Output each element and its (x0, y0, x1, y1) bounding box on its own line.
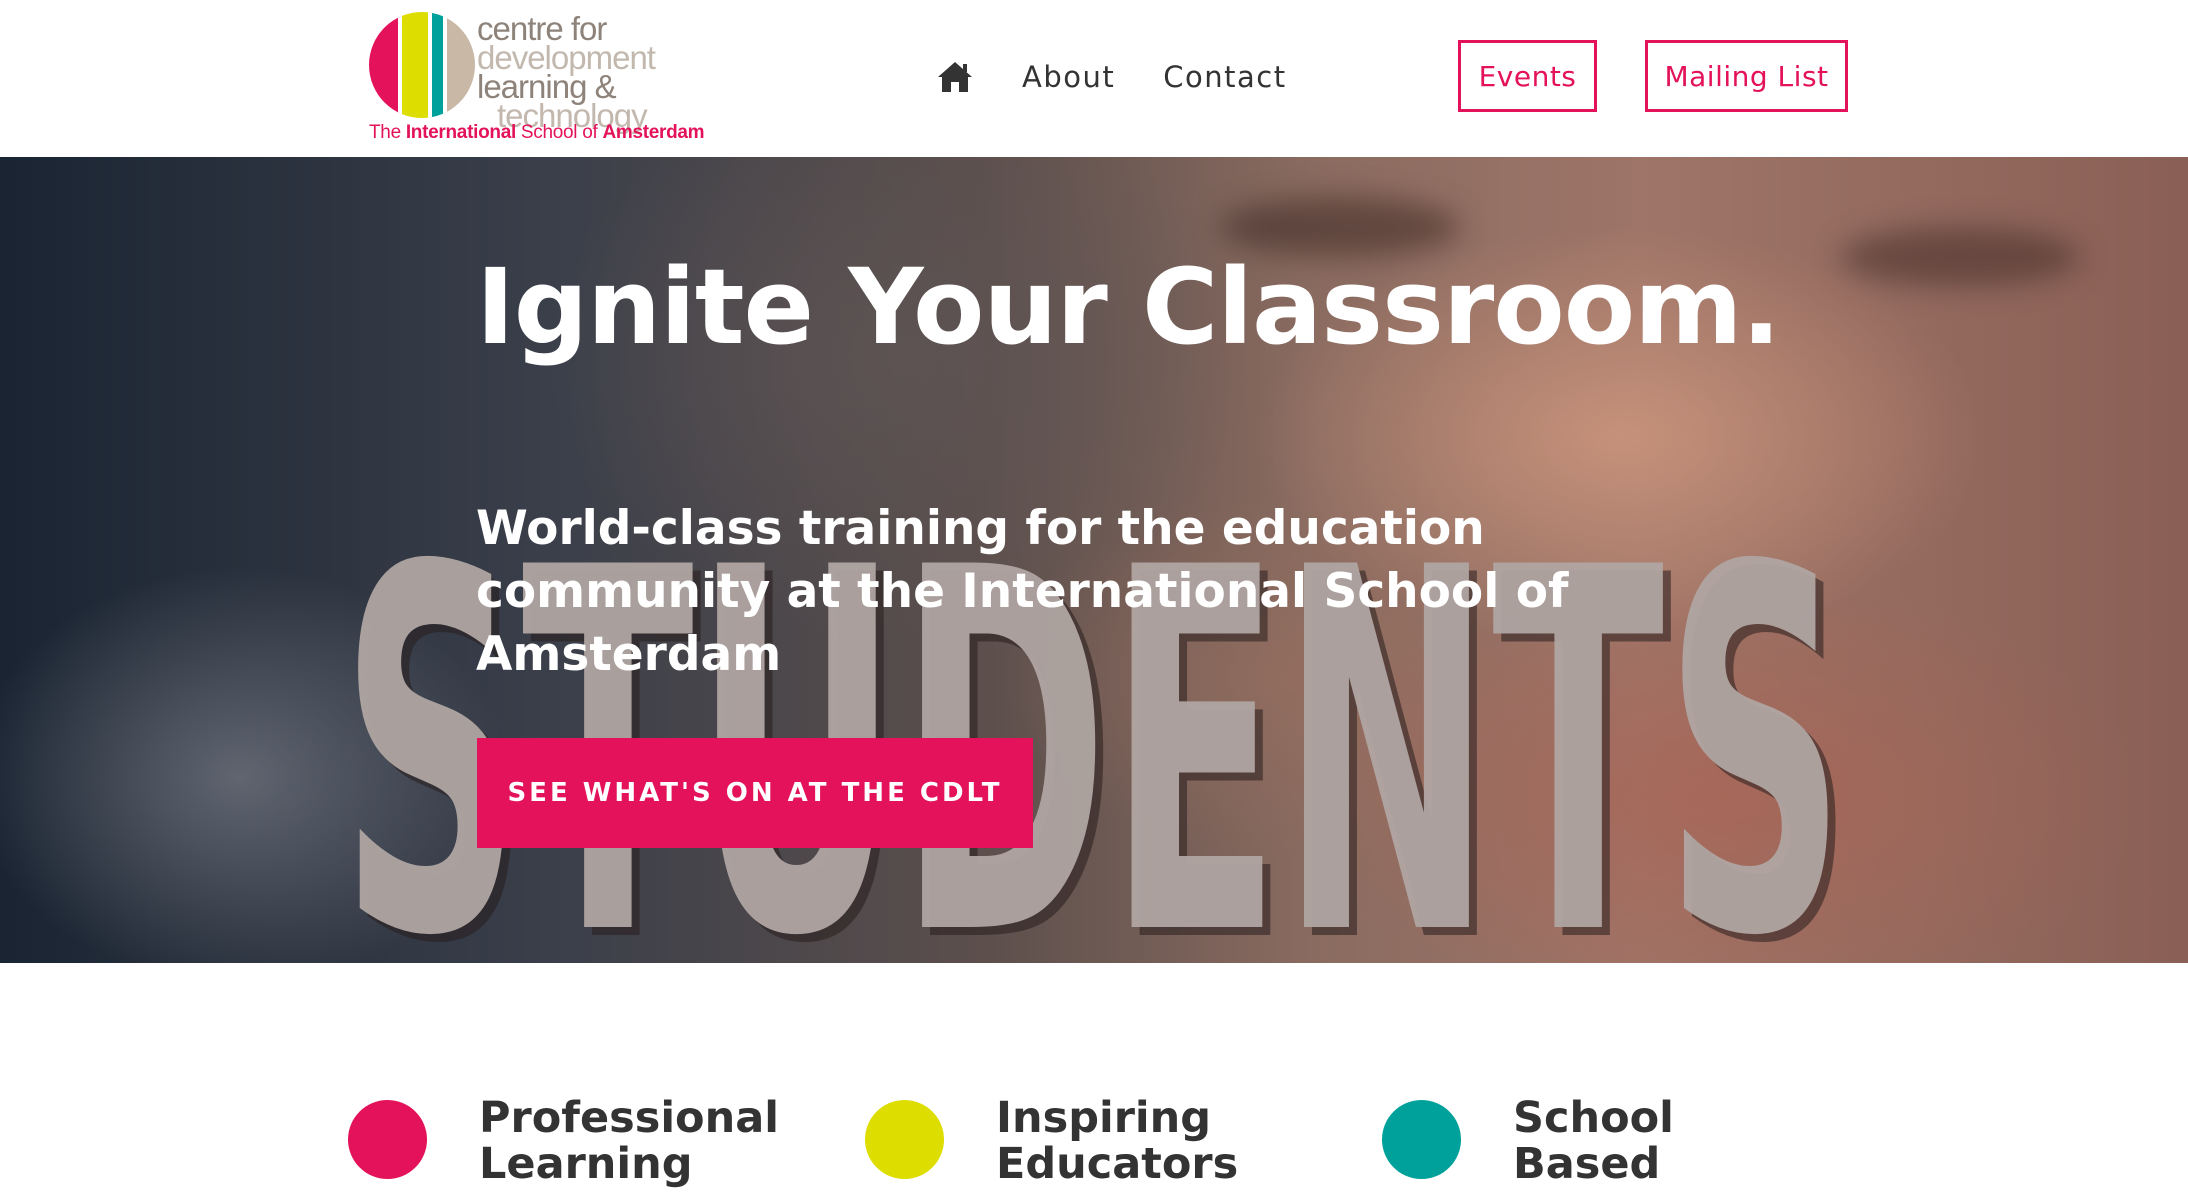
see-whats-on-button[interactable]: SEE WHAT'S ON AT THE CDLT (477, 738, 1033, 848)
logo-school-name: The International School of Amsterdam (369, 122, 705, 144)
teal-circle-icon (1382, 1100, 1461, 1179)
feature-title: Professional Learning (479, 1093, 779, 1189)
nav-contact-link[interactable]: Contact (1163, 60, 1286, 94)
home-link[interactable] (936, 60, 974, 94)
site-header: centre for development learning & techno… (0, 0, 2188, 157)
logo-wordmark: centre for development learning & techno… (477, 12, 717, 132)
yellow-circle-icon (865, 1100, 944, 1179)
home-icon (938, 62, 972, 92)
nav-about-link[interactable]: About (1022, 60, 1115, 94)
hero-banner: STUDENTS STUDENTS Ignite Your Classroom.… (0, 157, 2188, 963)
main-nav: About Contact (936, 52, 1335, 102)
cdlt-logo[interactable]: centre for development learning & techno… (367, 10, 705, 148)
logo-sub-international: International (405, 122, 516, 143)
logo-stripes-icon (369, 12, 475, 118)
feature-title: Inspiring Educators (996, 1093, 1239, 1189)
features-row: Professional Learning Inspiring Educator… (0, 963, 2188, 1197)
events-button[interactable]: Events (1458, 40, 1597, 112)
hero-background-shade (1840, 227, 2080, 287)
mailing-list-button[interactable]: Mailing List (1645, 40, 1848, 112)
hero-subtitle: World-class training for the education c… (476, 501, 1569, 682)
feature-title: School Based (1513, 1093, 1674, 1189)
logo-sub-prefix: The (369, 122, 406, 143)
hero-title: Ignite Your Classroom. (476, 246, 1781, 368)
pink-circle-icon (348, 1100, 427, 1179)
logo-sub-mid: School of (515, 122, 603, 143)
logo-sub-amsterdam: Amsterdam (602, 122, 705, 143)
